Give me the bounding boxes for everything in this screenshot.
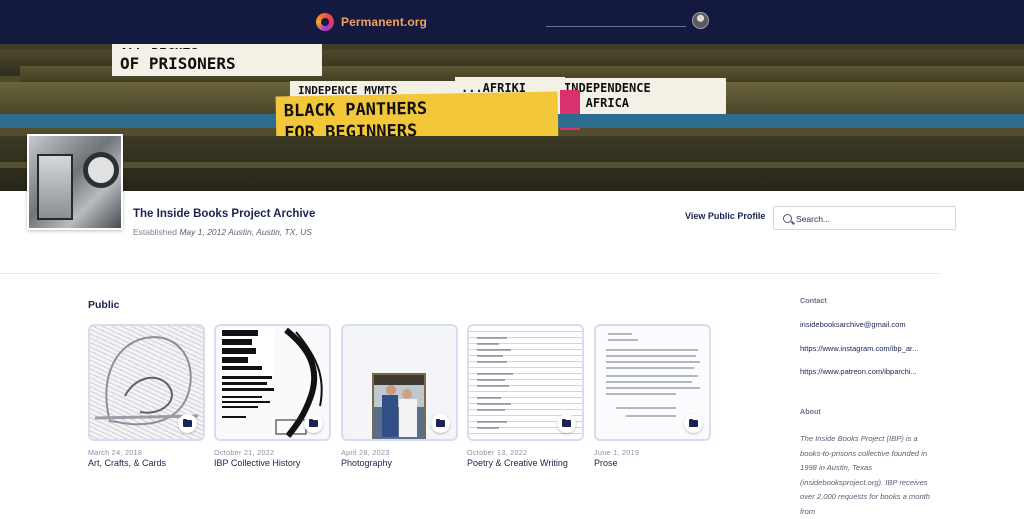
public-section-heading: Public bbox=[88, 299, 120, 311]
top-navigation-bar: Permanent.org bbox=[0, 0, 1024, 44]
banner-label-5: INDEPENDENCE IN AFRICA bbox=[556, 78, 726, 116]
archive-title: The Inside Books Project Archive bbox=[133, 208, 316, 220]
banner-label-2: OF PRISONERS bbox=[112, 49, 322, 76]
permanent-logo[interactable]: Permanent.org bbox=[316, 11, 427, 33]
photo-preview bbox=[372, 373, 426, 439]
established-info: Established May 1, 2012 Austin, Austin, … bbox=[133, 227, 312, 237]
card-date: March 24, 2018 bbox=[88, 448, 143, 457]
folder-thumbnail[interactable] bbox=[214, 324, 331, 441]
archive-banner-image: ALL RIGHTS OF PRISONERS INDEPENCE MVMTS … bbox=[0, 44, 1024, 191]
card-date: October 13, 2022 bbox=[467, 448, 528, 457]
profile-picture-doorway bbox=[37, 154, 73, 220]
folder-icon[interactable] bbox=[431, 414, 450, 433]
card-title[interactable]: Art, Crafts, & Cards bbox=[88, 458, 166, 468]
profile-picture-logo bbox=[83, 152, 119, 188]
card-date: April 28, 2023 bbox=[341, 448, 390, 457]
card-title[interactable]: Poetry & Creative Writing bbox=[467, 458, 568, 468]
archive-profile-picture[interactable] bbox=[27, 134, 123, 230]
about-description: The Inside Books Project (IBP) is a book… bbox=[800, 434, 931, 516]
user-avatar[interactable] bbox=[692, 12, 709, 29]
folder-icon[interactable] bbox=[684, 414, 703, 433]
folder-icon[interactable] bbox=[557, 414, 576, 433]
about-heading: About bbox=[800, 407, 821, 416]
view-public-profile-link[interactable]: View Public Profile bbox=[685, 211, 765, 221]
contact-email-link[interactable]: insidebooksarchive@gmail.com bbox=[800, 320, 940, 329]
logo-text: Permanent.org bbox=[341, 15, 427, 29]
established-label: Established bbox=[133, 227, 177, 237]
contact-heading: Contact bbox=[800, 296, 827, 305]
card-title[interactable]: Photography bbox=[341, 458, 392, 468]
search-icon bbox=[783, 214, 792, 223]
global-search-field[interactable] bbox=[546, 26, 686, 27]
search-input[interactable] bbox=[796, 211, 946, 226]
folder-thumbnail[interactable] bbox=[341, 324, 458, 441]
card-date: June 1, 2019 bbox=[594, 448, 640, 457]
card-date: October 21, 2022 bbox=[214, 448, 275, 457]
archive-search-box[interactable] bbox=[773, 206, 956, 230]
card-title[interactable]: IBP Collective History bbox=[214, 458, 300, 468]
established-value: May 1, 2012 Austin, Austin, TX, US bbox=[179, 227, 312, 237]
folder-thumbnail[interactable] bbox=[467, 324, 584, 441]
patreon-link[interactable]: https://www.patreon.com/ibparchi... bbox=[800, 367, 940, 376]
folder-thumbnail[interactable] bbox=[88, 324, 205, 441]
folder-icon[interactable] bbox=[304, 414, 323, 433]
card-title[interactable]: Prose bbox=[594, 458, 618, 468]
instagram-link[interactable]: https://www.instagram.com/ibp_ar... bbox=[800, 344, 940, 353]
folder-thumbnail[interactable] bbox=[594, 324, 711, 441]
banner-label-6-line-1: BLACK PANTHERS bbox=[283, 98, 428, 122]
permanent-logo-icon bbox=[316, 13, 334, 31]
section-divider bbox=[0, 273, 940, 274]
folder-icon[interactable] bbox=[178, 414, 197, 433]
